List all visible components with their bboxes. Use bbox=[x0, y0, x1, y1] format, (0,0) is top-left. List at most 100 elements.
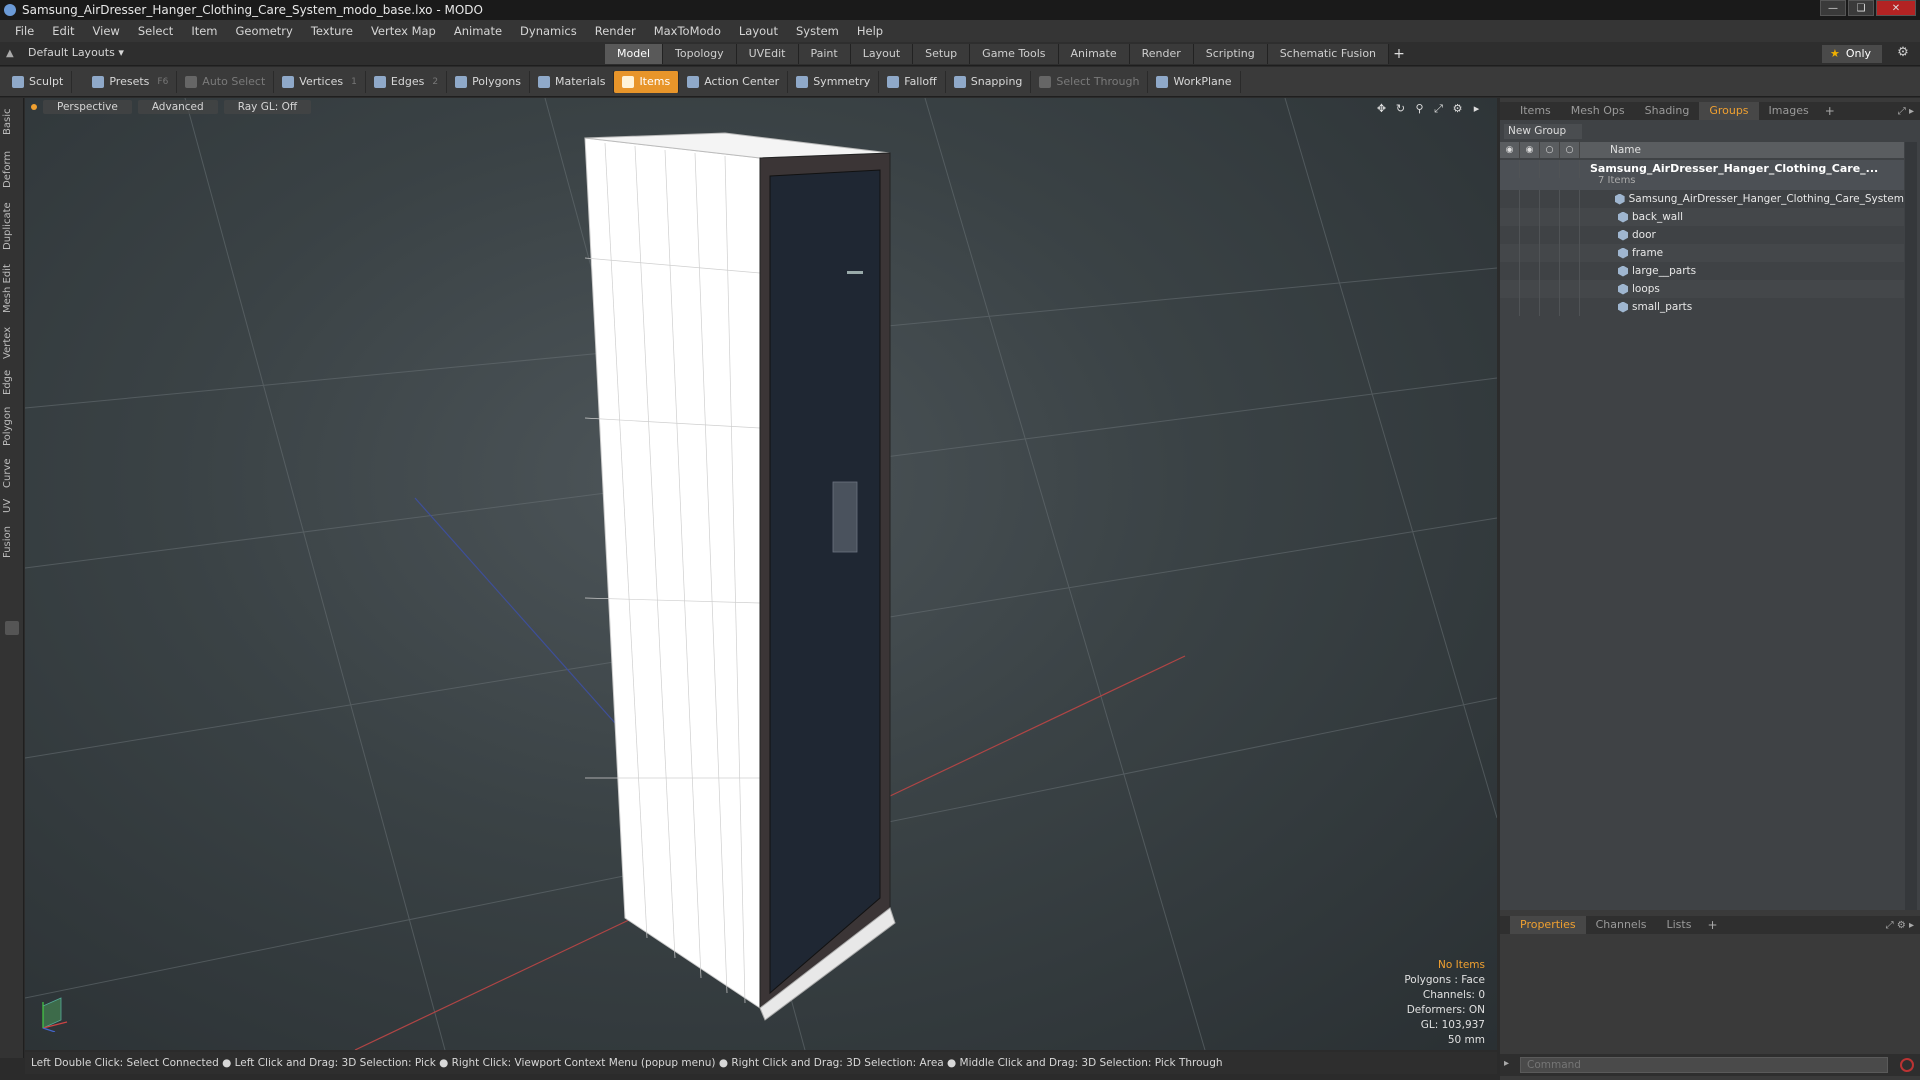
menu-texture[interactable]: Texture bbox=[302, 24, 362, 38]
menu-render[interactable]: Render bbox=[586, 24, 645, 38]
tab-properties[interactable]: Properties bbox=[1510, 916, 1586, 934]
left-tab-mesh-edit[interactable]: Mesh Edit bbox=[2, 260, 22, 318]
expand-panel-icon[interactable] bbox=[5, 621, 19, 635]
falloff-button[interactable]: Falloff bbox=[879, 70, 946, 93]
list-item[interactable]: back_wall bbox=[1500, 208, 1904, 226]
select-through-button[interactable]: Select Through bbox=[1031, 70, 1149, 93]
menu-maxtomodo[interactable]: MaxToModo bbox=[645, 24, 730, 38]
viewport-options-dot[interactable] bbox=[31, 104, 37, 110]
tab-groups[interactable]: Groups bbox=[1699, 102, 1759, 120]
snapping-button[interactable]: Snapping bbox=[946, 70, 1032, 93]
items-button[interactable]: Items bbox=[614, 70, 680, 93]
left-tab-duplicate[interactable]: Duplicate bbox=[2, 198, 22, 254]
gear-icon[interactable]: ⚙ bbox=[1894, 45, 1912, 63]
restore-button[interactable]: ❑ bbox=[1848, 0, 1874, 16]
left-tab-vertex[interactable]: Vertex bbox=[2, 324, 22, 362]
view-type-dropdown[interactable]: Perspective bbox=[43, 100, 132, 114]
item-label: back_wall bbox=[1632, 211, 1684, 223]
panel-expand-icon[interactable]: ⤢ ▸ bbox=[1898, 106, 1914, 117]
tab-animate[interactable]: Animate bbox=[1058, 44, 1130, 64]
render-column-icon[interactable]: ◉ bbox=[1520, 142, 1540, 158]
menu-system[interactable]: System bbox=[787, 24, 848, 38]
command-input[interactable] bbox=[1520, 1057, 1888, 1073]
menu-view[interactable]: View bbox=[84, 24, 129, 38]
tab-scripting[interactable]: Scripting bbox=[1193, 44, 1268, 64]
list-item[interactable]: door bbox=[1500, 226, 1904, 244]
visibility-column-icon[interactable]: ◉ bbox=[1500, 142, 1520, 158]
close-button[interactable]: ✕ bbox=[1876, 0, 1916, 16]
menu-help[interactable]: Help bbox=[848, 24, 892, 38]
tab-schematic-fusion[interactable]: Schematic Fusion bbox=[1267, 44, 1390, 64]
expand-arrow-icon[interactable]: ▸ bbox=[1470, 102, 1483, 115]
tab-images[interactable]: Images bbox=[1759, 102, 1819, 120]
action-center-button[interactable]: Action Center bbox=[679, 70, 789, 93]
presets-shortcut: F6 bbox=[157, 76, 169, 87]
menu-layout[interactable]: Layout bbox=[730, 24, 787, 38]
edges-button[interactable]: Edges 2 bbox=[366, 70, 448, 93]
menu-file[interactable]: File bbox=[6, 24, 43, 38]
left-tab-fusion[interactable]: Fusion bbox=[2, 522, 22, 562]
raygl-toggle[interactable]: Ray GL: Off bbox=[223, 100, 312, 114]
groups-scrollbar[interactable] bbox=[1905, 142, 1917, 910]
tab-paint[interactable]: Paint bbox=[798, 44, 851, 64]
menu-select[interactable]: Select bbox=[129, 24, 182, 38]
tab-mesh-ops[interactable]: Mesh Ops bbox=[1561, 102, 1635, 120]
tab-topology[interactable]: Topology bbox=[663, 44, 737, 64]
auto-select-button[interactable]: Auto Select bbox=[177, 70, 275, 93]
list-item[interactable]: frame bbox=[1500, 244, 1904, 262]
record-icon[interactable] bbox=[1900, 1058, 1914, 1072]
left-tab-polygon[interactable]: Polygon bbox=[2, 402, 22, 450]
menu-animate[interactable]: Animate bbox=[445, 24, 511, 38]
left-tab-deform[interactable]: Deform bbox=[2, 146, 22, 192]
rotate-icon[interactable]: ↻ bbox=[1394, 102, 1407, 115]
tab-setup[interactable]: Setup bbox=[913, 44, 971, 64]
left-tab-basic[interactable]: Basic bbox=[2, 104, 22, 140]
group-root-row[interactable]: Samsung_AirDresser_Hanger_Clothing_Care_… bbox=[1500, 160, 1904, 190]
minimize-button[interactable]: — bbox=[1820, 0, 1846, 16]
menu-item[interactable]: Item bbox=[182, 24, 226, 38]
tab-lists[interactable]: Lists bbox=[1657, 916, 1702, 934]
tab-model[interactable]: Model bbox=[605, 44, 664, 64]
layout-preset-dropdown[interactable]: ▲ Default Layouts ▾ bbox=[6, 46, 124, 59]
tab-layout[interactable]: Layout bbox=[850, 44, 914, 64]
select-column-icon[interactable]: ○ bbox=[1560, 142, 1580, 158]
lock-column-icon[interactable]: ○ bbox=[1540, 142, 1560, 158]
pan-icon[interactable]: ✥ bbox=[1375, 102, 1388, 115]
tab-shading[interactable]: Shading bbox=[1635, 102, 1700, 120]
add-panel-tab-button[interactable]: + bbox=[1819, 104, 1841, 118]
list-item[interactable]: small_parts bbox=[1500, 298, 1904, 316]
properties-expand-icon[interactable]: ⤢ ⚙ ▸ bbox=[1886, 920, 1914, 931]
tab-items[interactable]: Items bbox=[1510, 102, 1561, 120]
command-arrow-icon[interactable]: ▸ bbox=[1504, 1058, 1509, 1069]
fit-icon[interactable]: ⤢ bbox=[1432, 102, 1445, 115]
menu-dynamics[interactable]: Dynamics bbox=[511, 24, 586, 38]
menu-vertex-map[interactable]: Vertex Map bbox=[362, 24, 445, 38]
tab-channels[interactable]: Channels bbox=[1586, 916, 1657, 934]
presets-button[interactable]: Presets F6 bbox=[84, 70, 178, 93]
only-toggle[interactable]: ★ Only bbox=[1822, 45, 1882, 63]
sculpt-button[interactable]: Sculpt bbox=[4, 70, 73, 93]
left-tab-curve[interactable]: Curve bbox=[2, 454, 22, 492]
symmetry-button[interactable]: Symmetry bbox=[788, 70, 880, 93]
new-group-button[interactable]: New Group bbox=[1504, 124, 1582, 139]
polygons-button[interactable]: Polygons bbox=[447, 70, 531, 93]
list-item[interactable]: large__parts bbox=[1500, 262, 1904, 280]
zoom-icon[interactable]: ⚲ bbox=[1413, 102, 1426, 115]
left-tab-edge[interactable]: Edge bbox=[2, 366, 22, 398]
tab-render[interactable]: Render bbox=[1129, 44, 1194, 64]
vertices-button[interactable]: Vertices 1 bbox=[274, 70, 366, 93]
list-item[interactable]: loops bbox=[1500, 280, 1904, 298]
materials-button[interactable]: Materials bbox=[530, 70, 615, 93]
menu-geometry[interactable]: Geometry bbox=[227, 24, 302, 38]
workplane-button[interactable]: WorkPlane bbox=[1148, 70, 1241, 93]
3d-viewport[interactable]: Perspective Advanced Ray GL: Off ✥ ↻ ⚲ ⤢… bbox=[25, 98, 1497, 1050]
shading-mode-dropdown[interactable]: Advanced bbox=[137, 100, 218, 114]
settings-icon[interactable]: ⚙ bbox=[1451, 102, 1464, 115]
tab-game-tools[interactable]: Game Tools bbox=[970, 44, 1059, 64]
tab-uvedit[interactable]: UVEdit bbox=[736, 44, 799, 64]
list-item[interactable]: Samsung_AirDresser_Hanger_Clothing_Care_… bbox=[1500, 190, 1904, 208]
add-tab-button[interactable]: + bbox=[1389, 44, 1409, 64]
left-tab-uv[interactable]: UV bbox=[2, 496, 22, 516]
add-properties-tab-button[interactable]: + bbox=[1701, 918, 1723, 932]
menu-edit[interactable]: Edit bbox=[43, 24, 83, 38]
